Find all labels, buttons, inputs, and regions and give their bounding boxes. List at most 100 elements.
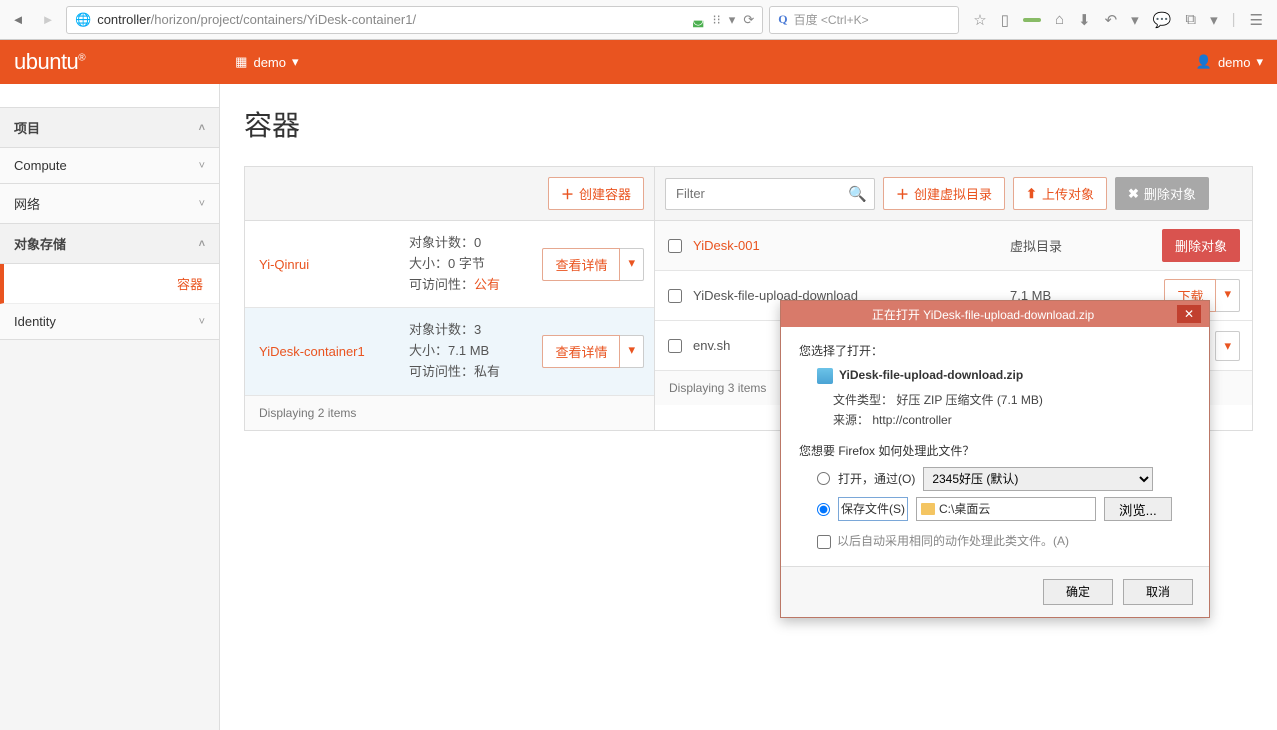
upload-object-button[interactable]: ⬆上传对象 — [1013, 177, 1107, 210]
user-menu[interactable]: 👤 demo ▾ — [1196, 54, 1263, 70]
dialog-title: 正在打开 YiDesk-file-upload-download.zip — [789, 306, 1177, 323]
size-header: 虚拟目录 — [1010, 236, 1130, 255]
filter-input-wrap: 🔍 — [665, 178, 875, 210]
url-bar[interactable]: 🌐 controller/horizon/project/containers/… — [66, 6, 763, 34]
bookmark-icon[interactable]: ☆ — [973, 11, 986, 29]
nav-back-button[interactable]: ◄ — [6, 8, 30, 32]
crop-icon[interactable]: ⧉ — [1185, 11, 1196, 28]
sidebar-section-objectstore[interactable]: 对象存储˄ — [0, 224, 219, 264]
row-checkbox[interactable] — [667, 239, 683, 253]
sidebar-section-compute[interactable]: Compute˅ — [0, 148, 219, 184]
row-checkbox[interactable] — [667, 289, 683, 303]
menu-icon[interactable]: ☰ — [1250, 11, 1263, 29]
topbar: ubuntu® ▦ demo ▾ 👤 demo ▾ — [0, 40, 1277, 84]
cancel-button[interactable]: 取消 — [1123, 579, 1193, 605]
caret-down-icon[interactable]: ▾ — [1215, 331, 1240, 361]
caret-down-icon: ▾ — [1256, 54, 1263, 70]
create-pseudo-folder-button[interactable]: ＋创建虚拟目录 — [883, 177, 1005, 210]
download-dialog: 正在打开 YiDesk-file-upload-download.zip ✕ 您… — [780, 300, 1210, 618]
create-container-button[interactable]: ＋创建容器 — [548, 177, 644, 210]
container-meta: 对象计数：0 大小：0 字节 可访问性：公有 — [395, 221, 544, 307]
container-row[interactable]: YiDesk-container1 对象计数：3 大小：7.1 MB 可访问性：… — [245, 308, 654, 395]
containers-panel: ＋创建容器 Yi-Qinrui 对象计数：0 大小：0 字节 可访问性：公有 查… — [244, 166, 654, 431]
dialog-filename: YiDesk-file-upload-download.zip — [817, 365, 1191, 385]
open-radio[interactable] — [817, 472, 830, 485]
addon-icon[interactable] — [1023, 18, 1041, 22]
sidebar-section-identity[interactable]: Identity˅ — [0, 304, 219, 340]
save-label: 保存文件(S) — [838, 497, 908, 521]
chevron-down-icon: ˅ — [199, 160, 205, 172]
search-icon[interactable]: 🔍 — [848, 185, 867, 203]
save-radio[interactable] — [817, 503, 830, 516]
caret-down-icon[interactable]: ▾ — [620, 248, 644, 281]
chevron-down-icon: ˅ — [199, 316, 205, 328]
dialog-filetype: 文件类型： 好压 ZIP 压缩文件 (7.1 MB) — [833, 390, 1191, 410]
container-name[interactable]: YiDesk-container1 — [245, 308, 395, 394]
downloads-icon[interactable]: ⬇ — [1078, 11, 1091, 29]
dialog-question: 您想要 Firefox 如何处理此文件？ — [799, 441, 1191, 461]
remember-label: 以后自动采用相同的动作处理此类文件。(A) — [837, 531, 1069, 551]
folder-icon — [921, 503, 935, 515]
caret-down-icon: ▾ — [292, 54, 299, 70]
view-details-button[interactable]: 查看详情 ▾ — [542, 335, 644, 368]
user-icon: 👤 — [1196, 54, 1212, 70]
chevron-up-icon: ˄ — [199, 122, 205, 134]
ok-button[interactable]: 确定 — [1043, 579, 1113, 605]
project-icon: ▦ — [235, 54, 247, 70]
plus-icon: ＋ — [896, 184, 909, 203]
dialog-text: 您选择了打开： — [799, 341, 1191, 361]
project-switcher[interactable]: ▦ demo ▾ — [235, 54, 298, 70]
sidebar-section-project[interactable]: 项目˄ — [0, 108, 219, 148]
open-with-option[interactable]: 打开，通过(O) 2345好压 (默认) — [817, 467, 1191, 491]
reload-icon[interactable]: ⟳ — [743, 12, 754, 28]
sidebar-item-containers[interactable]: 容器 — [0, 264, 219, 304]
close-icon: ✖ — [1128, 186, 1139, 202]
object-row: YiDesk-001 虚拟目录 删除对象 — [655, 221, 1252, 271]
sidebar-section-network[interactable]: 网络˅ — [0, 184, 219, 224]
close-icon[interactable]: ✕ — [1177, 305, 1201, 323]
object-name[interactable]: YiDesk-001 — [693, 238, 1000, 253]
brand-logo: ubuntu® — [14, 49, 85, 75]
save-path-box[interactable]: C:\桌面云 — [916, 497, 1096, 521]
browse-button[interactable]: 浏览... — [1104, 497, 1172, 521]
library-icon[interactable]: ▯ — [1001, 11, 1009, 29]
dropdown2-icon[interactable]: ▾ — [1131, 11, 1139, 29]
remember-option[interactable]: 以后自动采用相同的动作处理此类文件。(A) — [817, 531, 1191, 551]
zip-icon — [817, 368, 833, 384]
dropdown-icon[interactable]: ▾ — [729, 12, 736, 28]
browser-chrome: ◄ ► 🌐 controller/horizon/project/contain… — [0, 0, 1277, 40]
shield-icon: ◛ — [692, 12, 705, 28]
grid-icon[interactable]: ⁝⁝ — [713, 12, 721, 28]
open-label: 打开，通过(O) — [838, 469, 915, 489]
caret-down-icon[interactable]: ▾ — [620, 335, 644, 368]
search-placeholder: 百度 <Ctrl+K> — [794, 11, 869, 28]
containers-footer: Displaying 2 items — [245, 396, 654, 430]
view-details-button[interactable]: 查看详情 ▾ — [542, 248, 644, 281]
row-actions-button[interactable]: ▾ — [1215, 331, 1240, 361]
chevron-down-icon: ˅ — [199, 198, 205, 210]
filter-input[interactable] — [665, 178, 875, 210]
url-text: controller/horizon/project/containers/Yi… — [97, 12, 692, 27]
container-row[interactable]: Yi-Qinrui 对象计数：0 大小：0 字节 可访问性：公有 查看详情 ▾ — [245, 221, 654, 308]
caret-down-icon[interactable]: ▾ — [1216, 279, 1240, 312]
browser-toolbar: ☆ ▯ ⌂ ⬇ ↶ ▾ 💬 ⧉ ▾ | ☰ — [965, 11, 1271, 29]
delete-object-button[interactable]: 删除对象 — [1162, 229, 1240, 262]
row-checkbox[interactable] — [667, 339, 683, 353]
dropdown3-icon[interactable]: ▾ — [1210, 11, 1218, 29]
undo-icon[interactable]: ↶ — [1105, 11, 1118, 29]
remember-checkbox[interactable] — [817, 535, 831, 549]
dialog-titlebar[interactable]: 正在打开 YiDesk-file-upload-download.zip ✕ — [781, 301, 1209, 327]
globe-icon: 🌐 — [75, 12, 91, 28]
dialog-source: 来源： http://controller — [833, 410, 1191, 430]
browser-search[interactable]: Q 百度 <Ctrl+K> — [769, 6, 959, 34]
plus-icon: ＋ — [561, 184, 574, 203]
home-icon[interactable]: ⌂ — [1055, 11, 1064, 28]
save-file-option[interactable]: 保存文件(S) C:\桌面云 浏览... — [817, 497, 1191, 521]
delete-objects-button[interactable]: ✖删除对象 — [1115, 177, 1209, 210]
page-title: 容器 — [244, 104, 1253, 144]
chat-icon[interactable]: 💬 — [1153, 11, 1172, 29]
container-name[interactable]: Yi-Qinrui — [245, 221, 395, 307]
open-with-select[interactable]: 2345好压 (默认) — [923, 467, 1153, 491]
nav-forward-button[interactable]: ► — [36, 8, 60, 32]
sidebar: 项目˄ Compute˅ 网络˅ 对象存储˄ 容器 Identity˅ — [0, 84, 220, 730]
